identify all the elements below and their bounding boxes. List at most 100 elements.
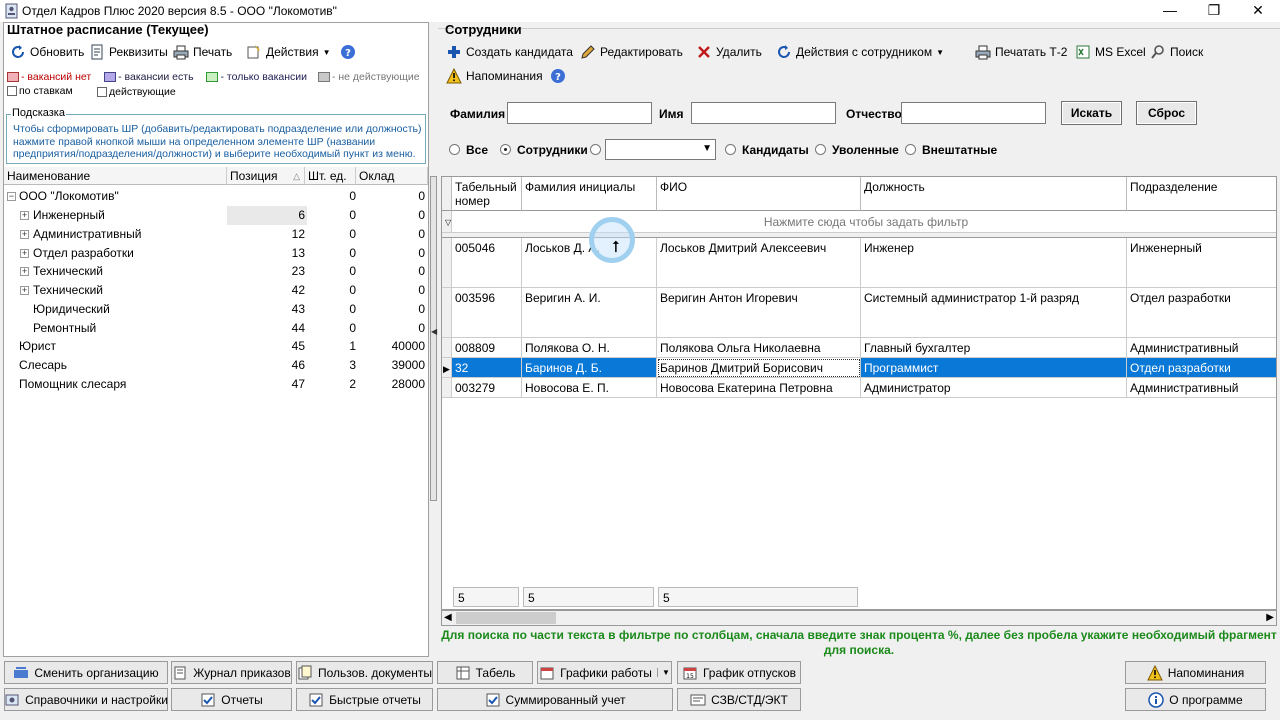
print-button[interactable]: Печать xyxy=(173,42,232,62)
scrollbar-thumb[interactable] xyxy=(456,612,556,624)
ms-excel-button[interactable]: MS Excel xyxy=(1075,42,1146,62)
radio-fired[interactable] xyxy=(815,144,826,155)
edit-button[interactable]: Редактировать xyxy=(580,42,683,62)
reminders-toolbar-button[interactable]: Напоминания xyxy=(446,66,543,86)
tree-row[interactable]: + Административный 12 0 0 xyxy=(4,225,428,244)
row-indicator[interactable] xyxy=(442,378,452,398)
cell-position[interactable]: Главный бухгалтер xyxy=(861,338,1127,358)
tree-row[interactable]: Юрист 45 1 40000 xyxy=(4,337,428,356)
expand-icon[interactable]: + xyxy=(20,267,29,276)
chevron-down-icon[interactable]: ▼ xyxy=(656,668,670,677)
radio-employees[interactable] xyxy=(500,144,511,155)
radio-all[interactable] xyxy=(449,144,460,155)
column-salary-header[interactable]: Оклад xyxy=(356,167,428,185)
requisites-button[interactable]: Реквизиты xyxy=(89,42,168,62)
actions-menu-button[interactable]: Действия ▼ xyxy=(246,42,331,62)
reports-button[interactable]: Отчеты xyxy=(171,688,292,711)
minimize-button[interactable]: — xyxy=(1148,0,1192,22)
cell-dept[interactable]: Отдел разработки xyxy=(1127,288,1276,338)
about-button[interactable]: О программе xyxy=(1125,688,1266,711)
reminders-button[interactable]: Напоминания xyxy=(1125,661,1266,684)
active-box[interactable] xyxy=(97,87,107,98)
filter-row[interactable]: Нажмите сюда чтобы задать фильтр xyxy=(452,211,1276,233)
by-rates-box[interactable] xyxy=(7,86,17,97)
change-organization-button[interactable]: Сменить организацию xyxy=(4,661,168,684)
column-dept-header[interactable]: Подразделение xyxy=(1127,177,1276,211)
cell-dept[interactable]: Административный xyxy=(1127,338,1276,358)
tree-row[interactable]: Ремонтный 44 0 0 xyxy=(4,319,428,338)
patronymic-input[interactable] xyxy=(901,102,1046,124)
by-rates-checkbox[interactable]: по ставкам xyxy=(7,85,73,97)
radio-external[interactable] xyxy=(905,144,916,155)
cell-position[interactable]: Программист xyxy=(861,358,1127,378)
row-indicator[interactable] xyxy=(442,238,452,288)
tree-row[interactable]: + Технический 42 0 0 xyxy=(4,281,428,300)
tree-row[interactable]: + Отдел разработки 13 0 0 xyxy=(4,244,428,263)
cell-position[interactable]: Инженер xyxy=(861,238,1127,288)
scroll-right-icon[interactable]: ▶ xyxy=(1266,612,1274,623)
cell-initials[interactable]: Новосова Е. П. xyxy=(522,378,657,398)
create-candidate-button[interactable]: Создать кандидата xyxy=(446,42,573,62)
row-indicator[interactable] xyxy=(442,288,452,338)
tree-row[interactable]: + Технический 23 0 0 xyxy=(4,262,428,281)
collapse-icon[interactable]: − xyxy=(7,192,16,201)
name-input[interactable] xyxy=(691,102,836,124)
column-tab-header[interactable]: Табельный номер xyxy=(452,177,522,211)
cell-position[interactable]: Администратор xyxy=(861,378,1127,398)
search-submit-button[interactable]: Искать xyxy=(1061,101,1122,125)
column-position-header[interactable]: Позиция △ xyxy=(227,167,305,185)
print-t2-button[interactable]: Печатать Т-2 xyxy=(975,42,1067,62)
delete-button[interactable]: Удалить xyxy=(696,42,762,62)
expand-icon[interactable]: + xyxy=(20,249,29,258)
cell-fio-focused[interactable]: Баринов Дмитрий Борисович xyxy=(657,358,861,378)
szv-button[interactable]: СЗВ/СТД/ЭКТ xyxy=(677,688,801,711)
cell-tab[interactable]: 008809 xyxy=(452,338,522,358)
tree-row[interactable]: Юридический 43 0 0 xyxy=(4,300,428,319)
surname-input[interactable] xyxy=(507,102,652,124)
expand-icon[interactable]: + xyxy=(20,286,29,295)
scroll-left-icon[interactable]: ◀ xyxy=(444,612,452,623)
cell-dept[interactable]: Инженерный xyxy=(1127,238,1276,288)
search-button[interactable]: Поиск xyxy=(1150,42,1203,62)
quick-reports-button[interactable]: Быстрые отчеты xyxy=(296,688,433,711)
cell-dept[interactable]: Административный xyxy=(1127,378,1276,398)
column-name-header[interactable]: Наименование xyxy=(4,167,227,185)
cell-initials[interactable]: Веригин А. И. xyxy=(522,288,657,338)
user-documents-button[interactable]: Пользов. документы xyxy=(296,661,433,684)
tree-row[interactable]: + Инженерный 6 0 0 xyxy=(4,206,428,225)
settings-button[interactable]: Справочники и настройки xyxy=(4,688,168,711)
radio-candidates[interactable] xyxy=(725,144,736,155)
current-row-indicator[interactable]: ▶ xyxy=(442,358,452,378)
cell-tab[interactable]: 003279 xyxy=(452,378,522,398)
panel-splitter[interactable]: ◀ xyxy=(430,176,437,501)
column-initials-header[interactable]: Фамилия инициалы xyxy=(522,177,657,211)
refresh-button[interactable]: Обновить xyxy=(10,42,84,62)
maximize-button[interactable]: ❐ xyxy=(1192,0,1236,22)
active-checkbox[interactable]: действующие xyxy=(97,86,176,98)
vacation-schedule-button[interactable]: 15 График отпусков xyxy=(677,661,801,684)
horizontal-scrollbar[interactable]: ◀ ▶ xyxy=(441,610,1277,626)
expand-icon[interactable]: + xyxy=(20,211,29,220)
help-button[interactable]: ? xyxy=(340,42,356,62)
reset-button[interactable]: Сброс xyxy=(1136,101,1197,125)
cell-position[interactable]: Системный администратор 1-й разряд xyxy=(861,288,1127,338)
close-button[interactable]: ✕ xyxy=(1236,0,1280,22)
cell-fio[interactable]: Веригин Антон Игоревич xyxy=(657,288,861,338)
cell-tab[interactable]: 003596 xyxy=(452,288,522,338)
cell-initials[interactable]: Полякова О. Н. xyxy=(522,338,657,358)
cell-initials[interactable]: Баринов Д. Б. xyxy=(522,358,657,378)
summary-accounting-button[interactable]: Суммированный учет xyxy=(437,688,673,711)
employee-actions-button[interactable]: Действия с сотрудником ▼ xyxy=(776,42,944,62)
expand-icon[interactable]: + xyxy=(20,230,29,239)
cell-dept[interactable]: Отдел разработки xyxy=(1127,358,1276,378)
cell-tab[interactable]: 32 xyxy=(452,358,522,378)
category-select[interactable]: ▼ xyxy=(605,139,716,160)
orders-journal-button[interactable]: Журнал приказов xyxy=(171,661,292,684)
cell-fio[interactable]: Полякова Ольга Николаевна xyxy=(657,338,861,358)
column-units-header[interactable]: Шт. ед. xyxy=(305,167,356,185)
cell-fio[interactable]: Лоськов Дмитрий Алексеевич xyxy=(657,238,861,288)
tree-row[interactable]: − ООО "Локомотив" 0 0 xyxy=(4,187,428,206)
help-button[interactable]: ? xyxy=(550,66,566,86)
column-position-header[interactable]: Должность xyxy=(861,177,1127,211)
cell-tab[interactable]: 005046 xyxy=(452,238,522,288)
